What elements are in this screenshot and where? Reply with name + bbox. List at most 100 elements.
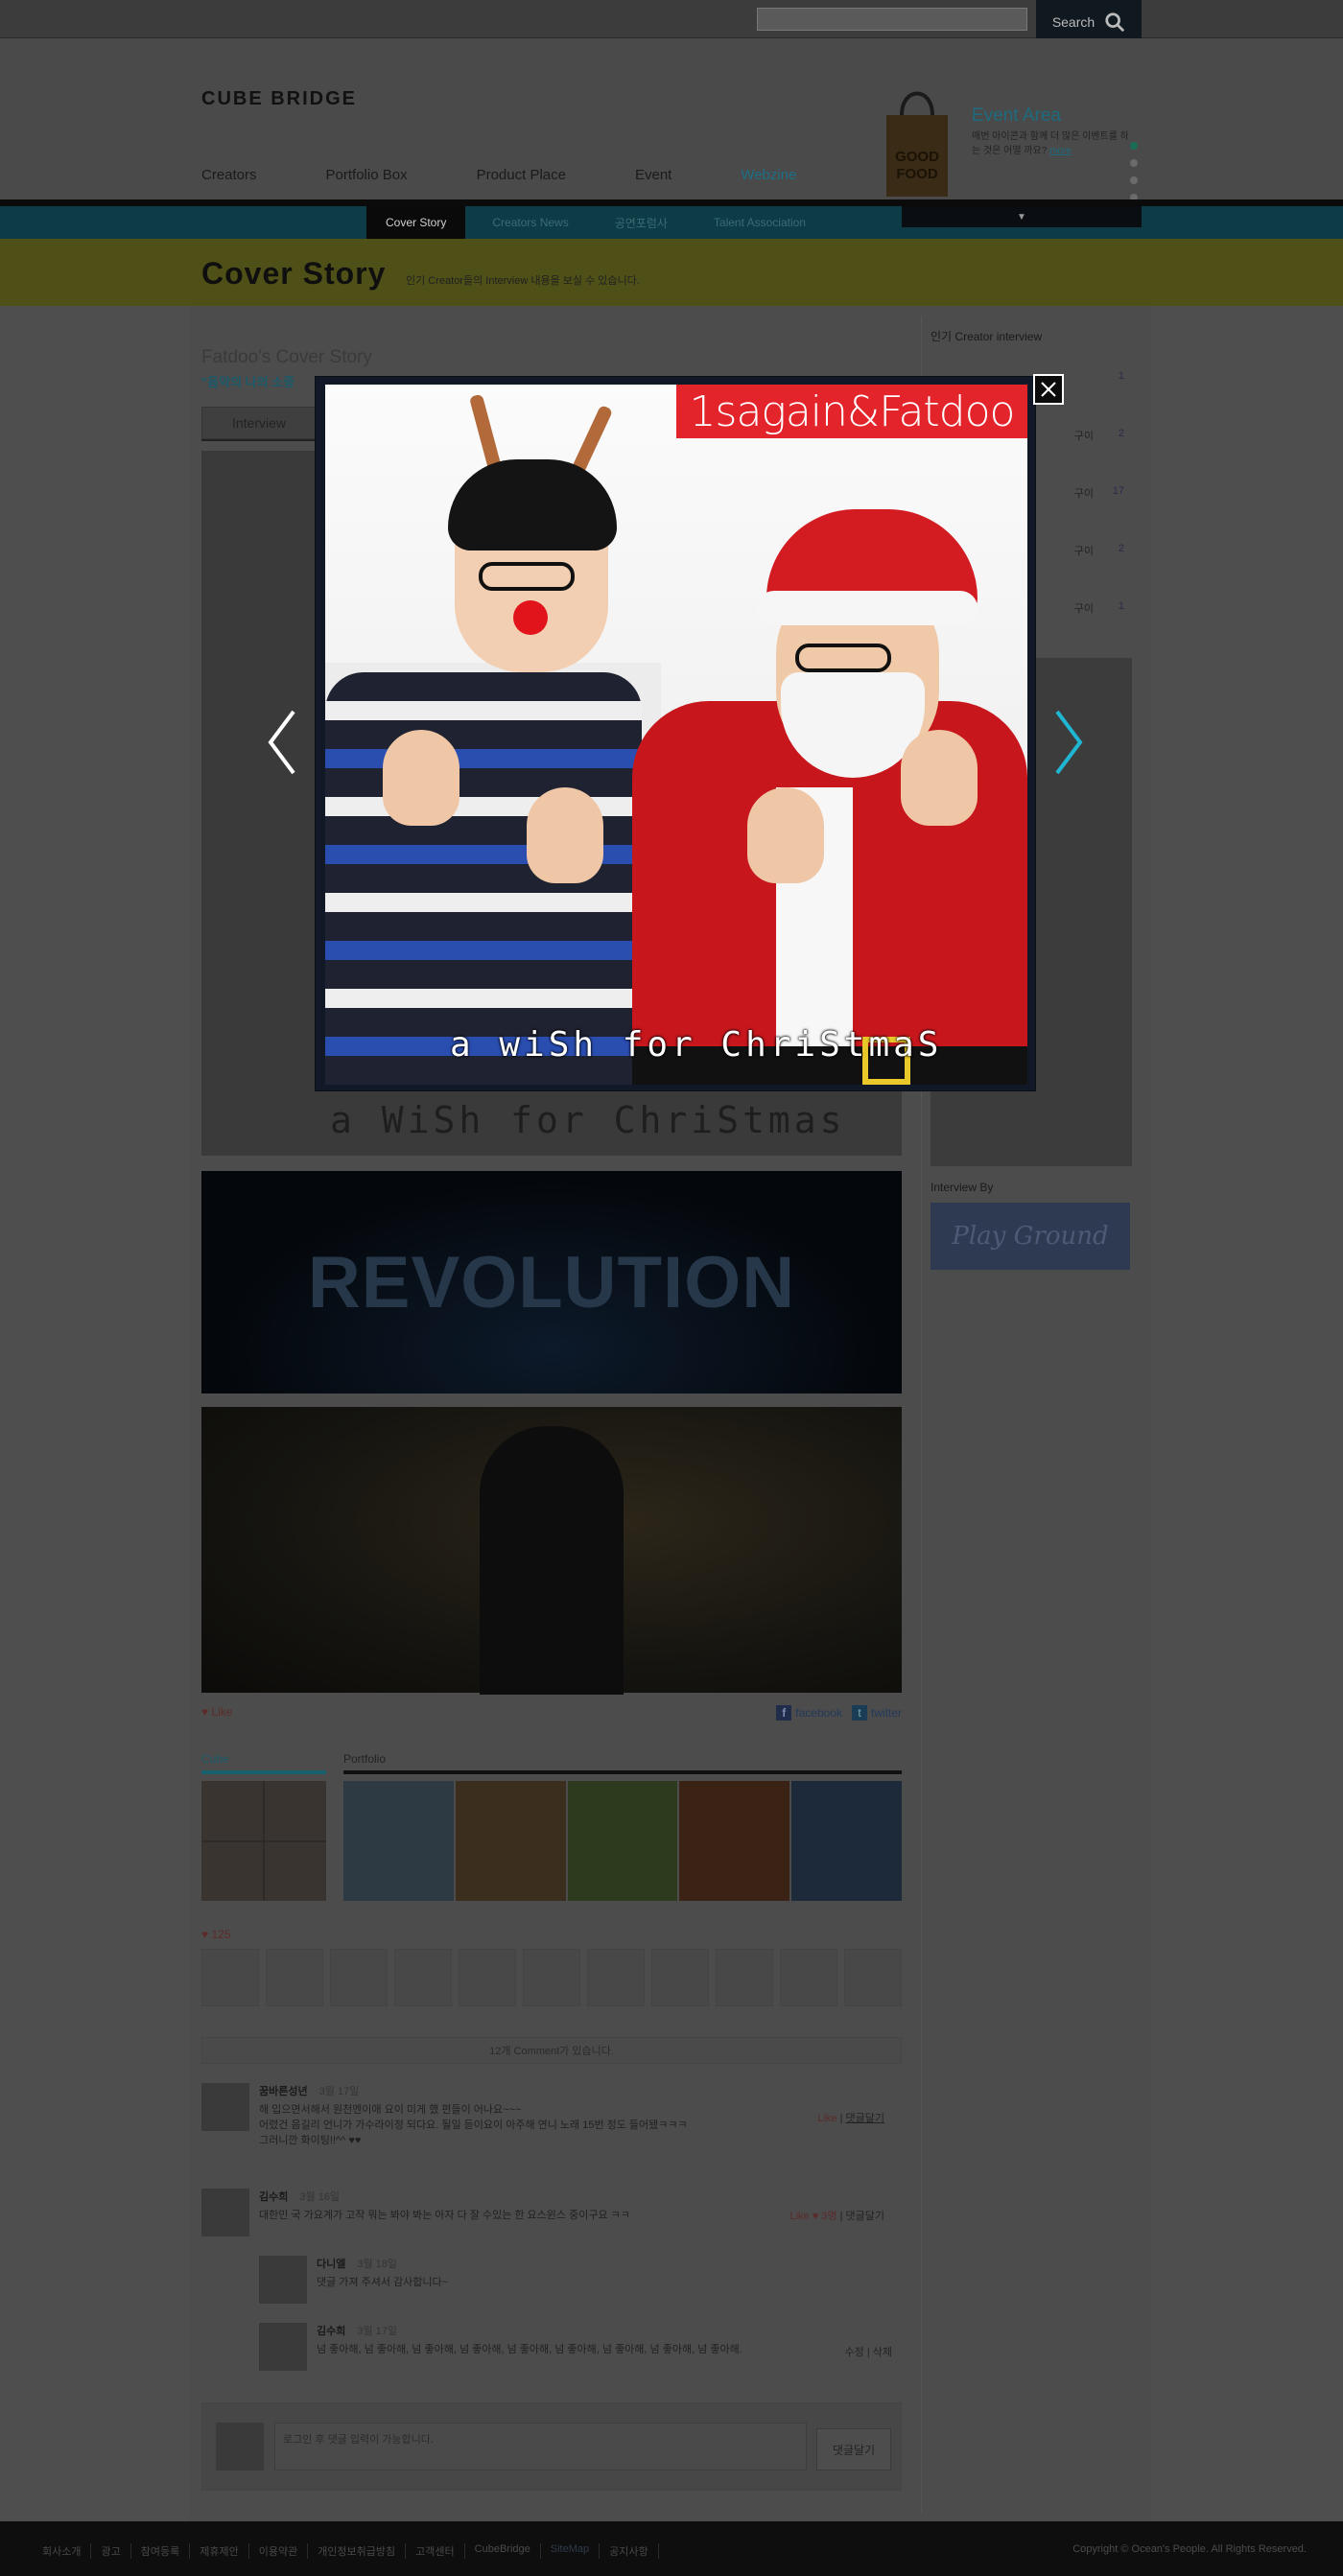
facebook-share-button[interactable]: facebook (776, 1705, 842, 1721)
cube-underline (201, 1770, 326, 1774)
reply-item: 김수희 3월 17일 넘 좋아해, 넘 좋아해, 넘 좋아해, 넘 좋아해, 넘 … (201, 2323, 902, 2377)
comment-author-name[interactable]: 김수희 (259, 2191, 288, 2203)
portfolio-thumbnail[interactable] (455, 1781, 566, 1901)
header-divider (0, 199, 1343, 206)
top-bar: Search (0, 0, 1343, 44)
comment-like-button[interactable]: Like ♥ 3명 (789, 2211, 836, 2222)
reply-delete-button[interactable]: 삭제 (873, 2347, 892, 2358)
reply-author: 다니엘 3월 18일 (317, 2256, 397, 2271)
person-hair (448, 459, 617, 550)
subnav-cover-story[interactable]: Cover Story (366, 206, 466, 239)
list-item-count: 2 (1118, 543, 1124, 554)
event-pager-dot[interactable] (1130, 159, 1138, 167)
list-item-label: 구이 (1073, 431, 1094, 442)
event-area-title[interactable]: Event Area (972, 105, 1061, 127)
footer-link[interactable]: 이용약관 (249, 2543, 309, 2559)
subnav-performance-forum[interactable]: 공연포럼사 (596, 206, 687, 239)
comment-actions: Like | 댓글달기 (817, 2113, 884, 2124)
nav-webzine[interactable]: Webzine (741, 167, 796, 183)
cube-label: Cube (201, 1752, 229, 1766)
comment-write-box: 로그인 후 댓글 입력이 가능합니다. 댓글달기 (201, 2402, 902, 2491)
nav-product-place[interactable]: Product Place (477, 167, 566, 183)
subnav-creators-news[interactable]: Creators News (473, 206, 587, 239)
footer-link[interactable]: 고객센터 (406, 2543, 465, 2559)
event-more-link[interactable]: more (1049, 146, 1072, 156)
fan-avatar[interactable] (266, 1949, 323, 2006)
reply-author-name[interactable]: 다니엘 (317, 2259, 345, 2270)
reply-author-name[interactable]: 김수희 (317, 2326, 345, 2337)
event-pager (1130, 142, 1138, 201)
subnav-talent-association[interactable]: Talent Association (695, 206, 825, 239)
close-icon (1041, 382, 1056, 397)
avatar[interactable] (259, 2256, 307, 2304)
reply-date: 3월 18일 (357, 2259, 398, 2270)
cube-photo-tile (201, 1781, 263, 1840)
nav-creators[interactable]: Creators (201, 167, 257, 183)
reply-edit-button[interactable]: 수정 (845, 2347, 864, 2358)
comment-textarea[interactable]: 로그인 후 댓글 입력이 가능합니다. (274, 2423, 807, 2471)
fan-avatar[interactable] (587, 1949, 645, 2006)
hand (383, 730, 459, 826)
fan-count: ♥ 125 (201, 1928, 231, 1941)
portfolio-thumbnail[interactable] (343, 1781, 454, 1901)
comment-actions: Like ♥ 3명 | 댓글달기 (789, 2211, 884, 2222)
svg-text:GOOD: GOOD (895, 149, 939, 165)
cube-photo-tile (265, 1781, 326, 1840)
cube-photo-tile (201, 1841, 263, 1901)
submit-comment-button[interactable]: 댓글달기 (816, 2428, 891, 2471)
fan-avatar[interactable] (651, 1949, 709, 2006)
fan-avatar[interactable] (330, 1949, 388, 2006)
playground-banner[interactable]: Play Ground (931, 1203, 1130, 1270)
twitter-share-button[interactable]: twitter (852, 1705, 902, 1721)
close-button[interactable] (1033, 374, 1064, 405)
comment-text: 해 입으면서해서 원천멘이애 요이 미게 했 편들이 어나요~~~ 어렸건 음길… (259, 2102, 688, 2148)
subnav-dropdown[interactable]: ▼ (902, 206, 1142, 227)
footer-link[interactable]: 제휴제안 (190, 2543, 249, 2559)
footer-link[interactable]: 회사소개 (42, 2543, 92, 2559)
fan-avatar[interactable] (459, 1949, 516, 2006)
avatar[interactable] (201, 2083, 249, 2131)
concert-photo[interactable] (201, 1407, 902, 1695)
event-pager-dot[interactable] (1130, 142, 1138, 150)
comment-reply-button[interactable]: 댓글달기 (846, 2211, 884, 2222)
tab-interview[interactable]: Interview (201, 407, 317, 439)
fan-avatar[interactable] (780, 1949, 837, 2006)
nav-event[interactable]: Event (635, 167, 672, 183)
footer-link[interactable]: 공지사항 (600, 2543, 659, 2559)
fan-avatar[interactable] (523, 1949, 580, 2006)
portfolio-label: Portfolio (343, 1752, 387, 1766)
portfolio-thumbnail[interactable] (791, 1781, 902, 1901)
prev-arrow-icon[interactable] (263, 708, 301, 777)
nav-portfolio-box[interactable]: Portfolio Box (326, 167, 408, 183)
search-input[interactable] (757, 8, 1027, 31)
comment-reply-button[interactable]: 댓글달기 (846, 2113, 884, 2124)
comment-like-button[interactable]: Like (817, 2113, 836, 2124)
footer-link[interactable]: SiteMap (541, 2543, 601, 2559)
revolution-image[interactable]: REVOLUTION (201, 1171, 902, 1393)
lightbox-caption: a wiSh for ChriStmaS (450, 1025, 943, 1065)
portfolio-thumbnail[interactable] (679, 1781, 790, 1901)
fan-avatar[interactable] (716, 1949, 773, 2006)
next-arrow-icon[interactable] (1049, 708, 1088, 777)
lightbox-photo: 1sagain&Fatdoo a wiSh for ChriStmaS (325, 385, 1027, 1085)
cube-thumbnail[interactable] (201, 1781, 326, 1901)
fan-avatar[interactable] (201, 1949, 259, 2006)
comment-author-name[interactable]: 꿈바른성년 (259, 2086, 308, 2097)
footer-link[interactable]: 개인정보취급방침 (308, 2543, 407, 2559)
reply-text: 넘 좋아해, 넘 좋아해, 넘 좋아해, 넘 좋아해, 넘 좋아해, 넘 좋아해… (317, 2344, 742, 2355)
fan-avatar[interactable] (844, 1949, 902, 2006)
avatar[interactable] (259, 2323, 307, 2371)
fan-avatar[interactable] (394, 1949, 452, 2006)
footer-link[interactable]: 참여등록 (131, 2543, 191, 2559)
portfolio-thumbnail[interactable] (567, 1781, 678, 1901)
avatar (216, 2423, 264, 2471)
like-button[interactable]: ♥ Like (201, 1705, 232, 1719)
site-logo[interactable]: CUBE BRIDGE (201, 88, 357, 110)
good-food-bag-image[interactable]: GOOD FOOD (883, 77, 952, 211)
comment-author: 김수희 3월 16일 (259, 2189, 340, 2204)
footer-link[interactable]: CubeBridge (465, 2543, 541, 2559)
avatar[interactable] (201, 2189, 249, 2236)
footer-link[interactable]: 광고 (91, 2543, 131, 2559)
event-pager-dot[interactable] (1130, 176, 1138, 184)
comment-date: 3월 17일 (318, 2086, 360, 2097)
